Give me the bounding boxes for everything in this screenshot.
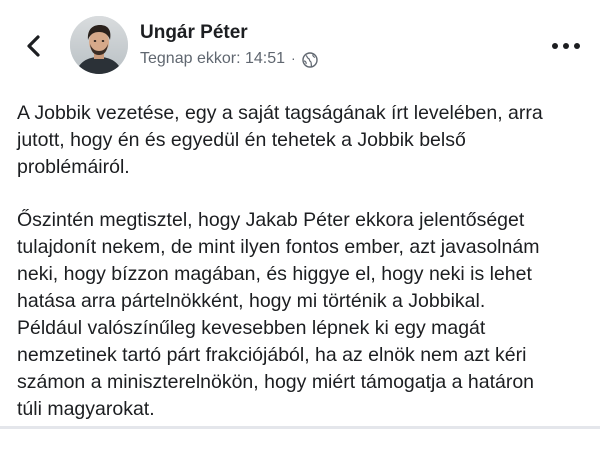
meta-separator: · bbox=[291, 50, 296, 66]
more-options-button[interactable] bbox=[548, 34, 584, 58]
text-line: Például valószínűleg kevesebben lépnek k… bbox=[17, 317, 486, 339]
post-meta: Tegnap ekkor: 14:51 · bbox=[140, 50, 318, 68]
text-line: Őszintén megtisztel, hogy Jakab Péter ek… bbox=[17, 209, 525, 231]
post-paragraph: Őszintén megtisztel, hogy Jakab Péter ek… bbox=[17, 207, 587, 423]
back-button[interactable] bbox=[18, 28, 52, 64]
text-line: nemzetinek tartó párt frakciójából, ha a… bbox=[17, 344, 527, 366]
post-paragraph: A Jobbik vezetése, egy a saját tagságána… bbox=[17, 100, 587, 181]
text-line: tulajdonít nekem, de mint ilyen fontos e… bbox=[17, 236, 540, 258]
text-line: hatása arra pártelnökként, hogy mi törté… bbox=[17, 290, 486, 312]
avatar[interactable] bbox=[70, 16, 128, 74]
post-text: A Jobbik vezetése, egy a saját tagságána… bbox=[17, 100, 587, 449]
text-line: problémáiról. bbox=[17, 156, 130, 178]
author-name[interactable]: Ungár Péter bbox=[140, 22, 248, 44]
more-dots-icon bbox=[552, 43, 580, 49]
post-header: Ungár Péter Tegnap ekkor: 14:51 · bbox=[0, 0, 600, 90]
text-line: túli magyarokat. bbox=[17, 398, 155, 420]
globe-icon bbox=[301, 52, 318, 68]
text-line: jutott, hogy én és egyedül én tehetek a … bbox=[17, 129, 466, 151]
post-timestamp[interactable]: Tegnap ekkor: 14:51 bbox=[140, 50, 285, 68]
text-line: számon a miniszterelnökön, hogy miért tá… bbox=[17, 371, 535, 393]
profile-photo bbox=[70, 16, 128, 74]
text-line: A Jobbik vezetése, egy a saját tagságána… bbox=[17, 102, 543, 124]
chevron-left-icon bbox=[27, 35, 40, 57]
text-line: neki, hogy bízzon magában, és higgye el,… bbox=[17, 263, 532, 285]
